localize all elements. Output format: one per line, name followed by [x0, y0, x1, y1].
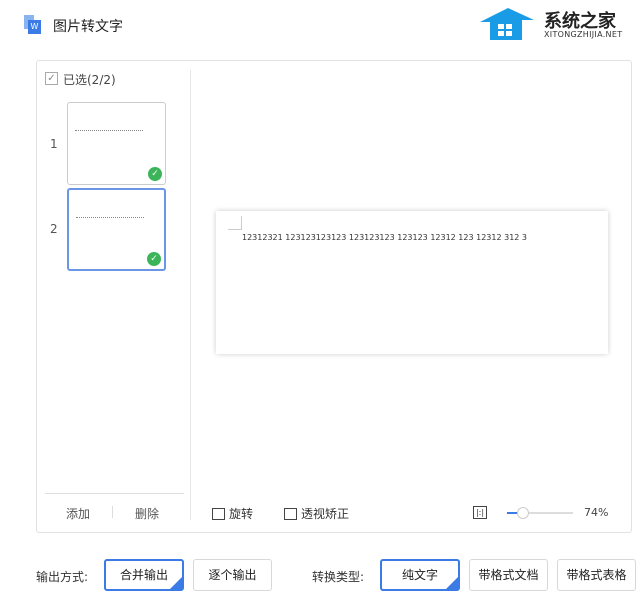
selected-count: 已选(2/2) [63, 73, 116, 87]
thumbnail-1[interactable]: ✓ [67, 102, 166, 185]
slider-knob[interactable] [517, 507, 529, 519]
check-icon: ✓ [147, 252, 161, 266]
rotate-label: 旋转 [229, 507, 254, 521]
plain-text-button[interactable]: 纯文字 [380, 559, 460, 591]
convert-type-label: 转换类型: [312, 570, 365, 584]
check-icon: ✓ [148, 167, 162, 181]
app-title: 图片转文字 [53, 19, 123, 35]
delete-button[interactable]: 删除 [135, 505, 159, 522]
thumb-number: 1 [50, 137, 58, 151]
formatted-table-button[interactable]: 带格式表格 [557, 559, 636, 591]
app-icon: W [24, 15, 44, 35]
rotate-icon [212, 507, 225, 520]
select-all-checkbox[interactable]: ✓ [45, 72, 58, 85]
rotate-button[interactable]: 旋转 [212, 505, 253, 522]
watermark-logo: 系统之家 XITONGZHIJIA.NET [478, 6, 638, 46]
formatted-doc-button[interactable]: 带格式文档 [469, 559, 548, 591]
add-button[interactable]: 添加 [66, 505, 90, 522]
thumbnail-2[interactable]: ✓ [67, 188, 166, 271]
perspective-label: 透视矫正 [301, 507, 350, 521]
margin-marker [228, 216, 242, 230]
zoom-slider[interactable] [507, 507, 573, 519]
fit-icon[interactable]: |:| [473, 506, 487, 519]
divider [45, 493, 184, 494]
zoom-level: 74% [584, 506, 609, 519]
merge-output-button[interactable]: 合并输出 [104, 559, 184, 591]
perspective-button[interactable]: 透视矫正 [284, 505, 349, 522]
divider [112, 506, 113, 518]
output-mode-label: 输出方式: [36, 570, 89, 584]
recognized-text: 12312321 123123123123 123123123 123123 1… [242, 233, 528, 242]
perspective-icon [284, 507, 297, 520]
each-output-button[interactable]: 逐个输出 [193, 559, 272, 591]
preview-page: 12312321 123123123123 123123123 123123 1… [216, 211, 608, 354]
thumb-number: 2 [50, 222, 58, 236]
